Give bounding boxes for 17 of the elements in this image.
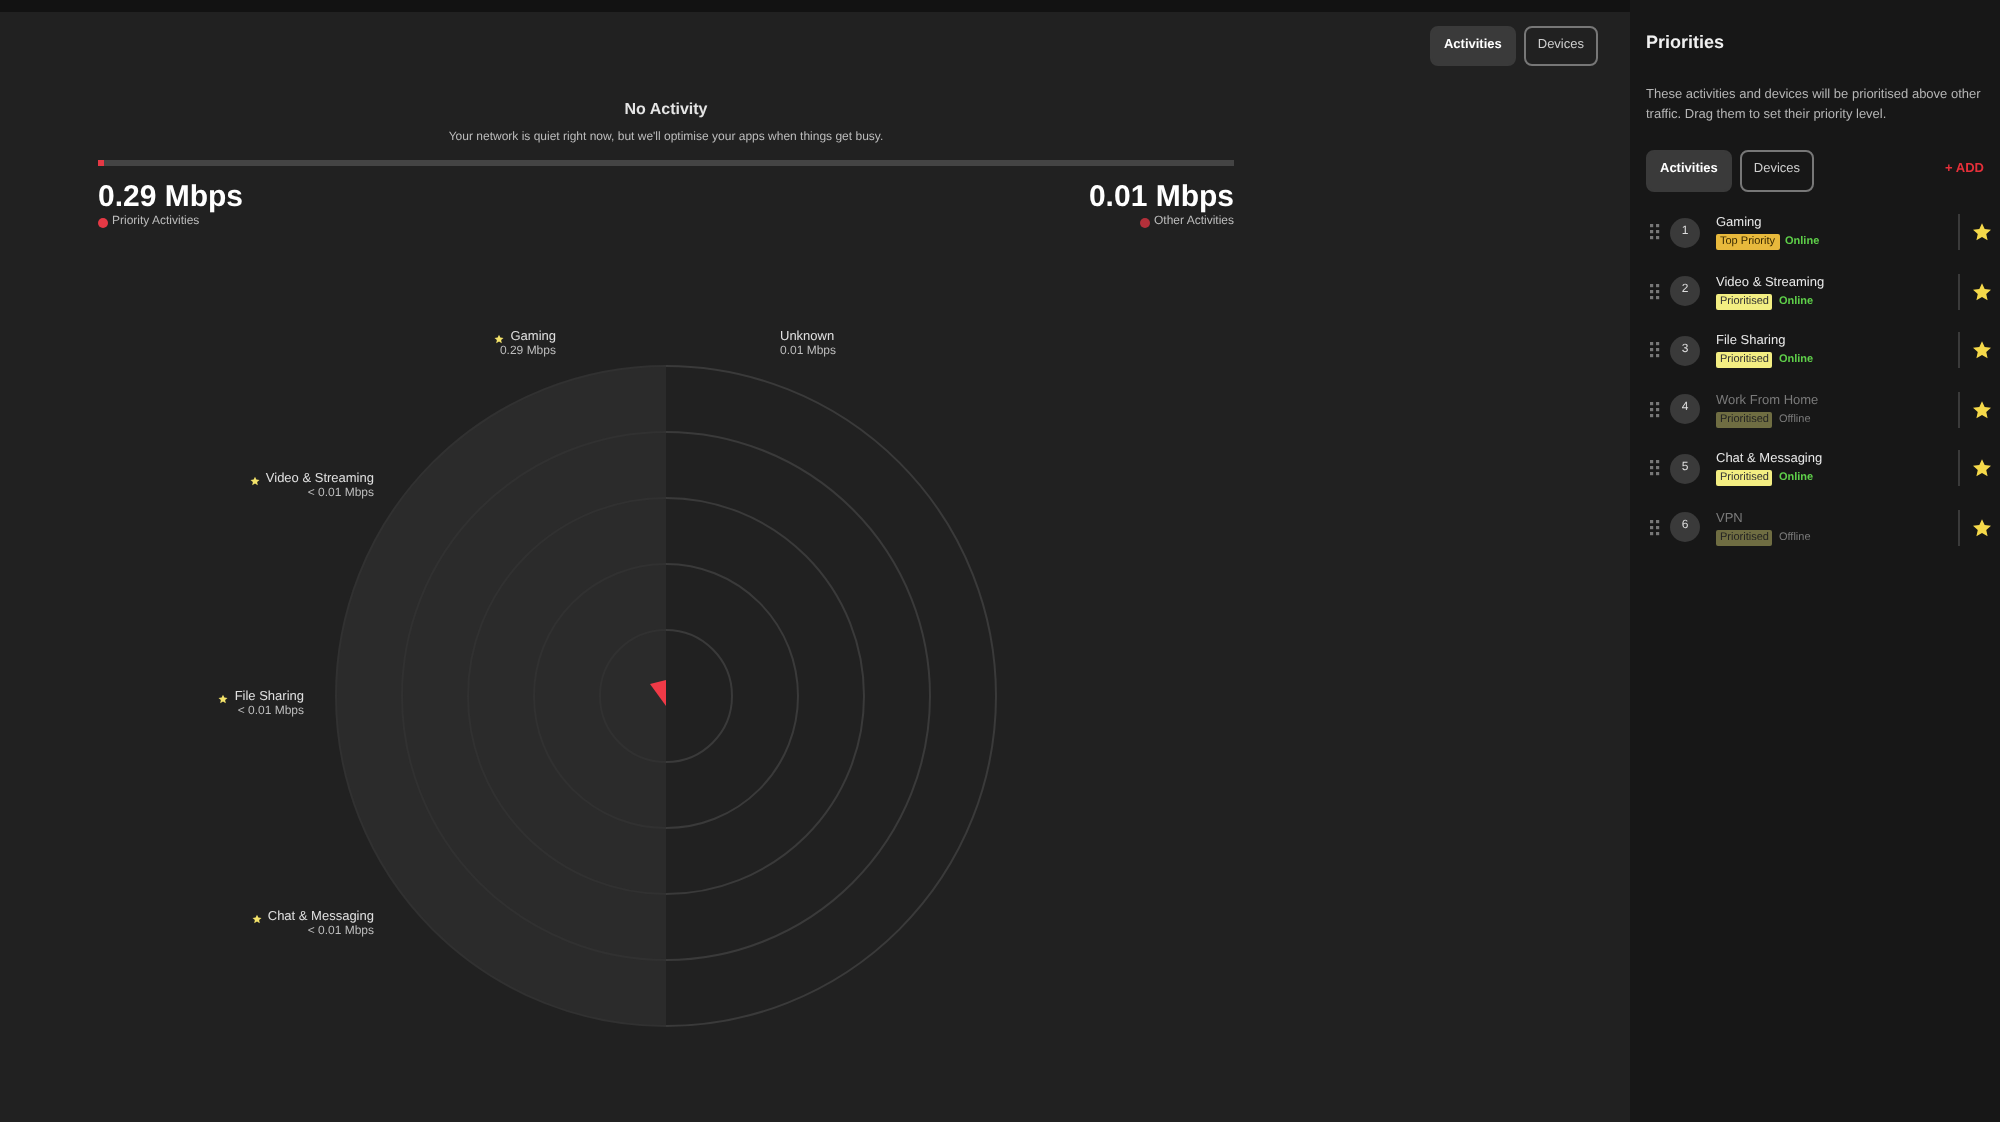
star-icon[interactable] [1972,340,1992,361]
star-icon[interactable] [1972,458,1992,479]
star-icon[interactable] [1972,517,1992,538]
drag-handle-icon[interactable] [1650,401,1662,418]
drag-handle-icon[interactable] [1650,342,1662,359]
star-icon[interactable] [1972,222,1992,243]
star-icon[interactable] [1972,281,1992,302]
drag-handle-icon[interactable] [1650,283,1662,300]
drag-handle-icon[interactable] [1650,224,1662,241]
traffic-wedge [650,680,666,706]
drag-handle-icon[interactable] [1650,460,1662,477]
panel-title: Priorities [1646,30,1727,56]
total-rate: 0.01 Mbps [1088,182,1234,214]
total-rate: 0.29 Mbps [98,182,244,214]
status-title: No Activity [624,98,708,122]
star-icon[interactable] [1972,399,1992,420]
drag-handle-icon[interactable] [1650,519,1662,536]
